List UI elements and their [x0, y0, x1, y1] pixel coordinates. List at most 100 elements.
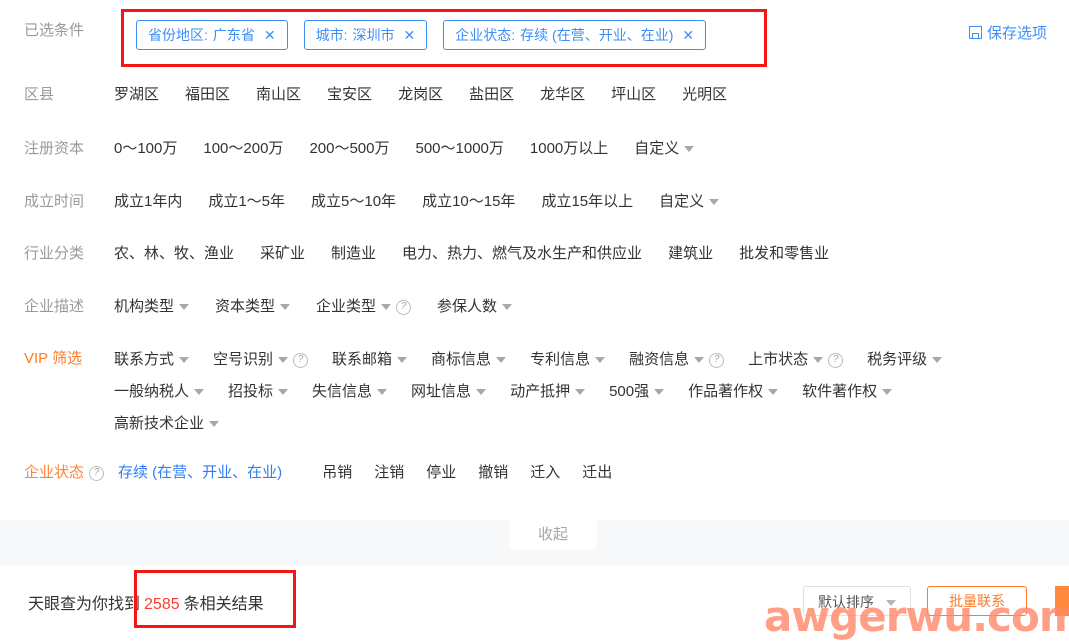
chevron-down-icon: [179, 304, 189, 310]
option-vip-tax-rating[interactable]: 税务评级: [867, 344, 942, 376]
option-vip-empty-number[interactable]: 空号识别?: [213, 344, 308, 376]
option-capital-0[interactable]: 0～100万: [114, 134, 177, 164]
option-status-0[interactable]: 吊销: [322, 458, 352, 488]
option-desc-org-type[interactable]: 机构类型: [114, 292, 189, 322]
option-vip-hightech[interactable]: 高新技术企业: [114, 408, 219, 440]
collapse-bar: 收起: [0, 520, 1069, 556]
option-capital-1[interactable]: 100～200万: [203, 134, 283, 164]
chevron-down-icon: [932, 357, 942, 363]
chip-company-status[interactable]: 企业状态: 存续 (在营、开业、在业) ✕: [443, 20, 706, 50]
help-icon[interactable]: ?: [293, 353, 308, 368]
chip-company-status-close-icon[interactable]: ✕: [682, 27, 694, 44]
option-district-2[interactable]: 南山区: [256, 80, 301, 110]
chevron-down-icon: [595, 357, 605, 363]
option-district-7[interactable]: 坪山区: [611, 80, 656, 110]
results-suffix: 条相关结果: [184, 596, 264, 613]
option-founded-0[interactable]: 成立1年内: [114, 187, 182, 217]
option-capital-2[interactable]: 200～500万: [309, 134, 389, 164]
filter-row-founded-time: 成立时间 成立1年内 成立1～5年 成立5～10年 成立10～15年 成立15年…: [0, 187, 1069, 217]
chevron-down-icon: [194, 389, 204, 395]
chevron-down-icon: [209, 421, 219, 427]
option-status-5[interactable]: 迁出: [582, 458, 612, 488]
option-vip-trademark[interactable]: 商标信息: [431, 344, 506, 376]
option-district-8[interactable]: 光明区: [682, 80, 727, 110]
floppy-disk-icon: [969, 26, 982, 39]
option-vip-chattel-mortgage[interactable]: 动产抵押: [510, 376, 585, 408]
filter-label-company-status: 企业状态?: [24, 458, 104, 488]
option-vip-work-copyright[interactable]: 作品著作权: [688, 376, 778, 408]
option-desc-company-type[interactable]: 企业类型?: [316, 292, 411, 322]
option-vip-general-taxpayer[interactable]: 一般纳税人: [114, 376, 204, 408]
option-district-6[interactable]: 龙华区: [540, 80, 585, 110]
option-founded-4[interactable]: 成立15年以上: [541, 187, 633, 217]
option-vip-dishonesty[interactable]: 失信信息: [312, 376, 387, 408]
sort-dropdown[interactable]: 默认排序: [803, 586, 911, 616]
option-vip-software-copyright[interactable]: 软件著作权: [802, 376, 892, 408]
help-icon[interactable]: ?: [828, 353, 843, 368]
option-industry-5[interactable]: 批发和零售业: [739, 239, 829, 269]
option-status-2[interactable]: 停业: [426, 458, 456, 488]
option-industry-4[interactable]: 建筑业: [668, 239, 713, 269]
option-capital-3[interactable]: 500～1000万: [416, 134, 504, 164]
option-capital-custom[interactable]: 自定义: [634, 134, 694, 164]
option-industry-0[interactable]: 农、林、牧、渔业: [114, 239, 234, 269]
results-summary: 天眼查为你找到2585条相关结果: [28, 590, 264, 614]
option-status-1[interactable]: 注销: [374, 458, 404, 488]
chevron-down-icon: [684, 146, 694, 152]
chevron-down-icon: [496, 357, 506, 363]
option-vip-listing-status[interactable]: 上市状态?: [748, 344, 843, 376]
save-options-button[interactable]: 保存选项: [969, 22, 1047, 43]
option-status-selected[interactable]: 存续 (在营、开业、在业): [118, 458, 282, 488]
option-district-5[interactable]: 盐田区: [469, 80, 514, 110]
option-founded-2[interactable]: 成立5～10年: [311, 187, 396, 217]
collapse-button[interactable]: 收起: [509, 520, 597, 550]
option-vip-financing[interactable]: 融资信息?: [629, 344, 724, 376]
side-orange-tab[interactable]: [1055, 586, 1069, 616]
option-founded-3[interactable]: 成立10～15年: [422, 187, 515, 217]
option-vip-website[interactable]: 网址信息: [411, 376, 486, 408]
option-vip-top500-label: 500强: [609, 383, 649, 400]
help-icon[interactable]: ?: [89, 466, 104, 481]
results-bar: 天眼查为你找到2585条相关结果 默认排序 批量联系: [0, 566, 1069, 642]
selected-conditions-bar: 已选条件 省份地区: 广东省 ✕ 城市: 深圳市 ✕ 企业状态: 存续 (在营、…: [0, 0, 1069, 70]
option-industry-2[interactable]: 制造业: [331, 239, 376, 269]
option-district-1[interactable]: 福田区: [185, 80, 230, 110]
option-desc-capital-type-label: 资本类型: [215, 298, 275, 315]
help-icon[interactable]: ?: [396, 300, 411, 315]
option-status-3[interactable]: 撤销: [478, 458, 508, 488]
option-vip-bidding-label: 招投标: [228, 383, 273, 400]
chip-province[interactable]: 省份地区: 广东省 ✕: [136, 20, 288, 50]
chevron-down-icon: [882, 389, 892, 395]
option-vip-top500[interactable]: 500强: [609, 376, 664, 408]
option-vip-email[interactable]: 联系邮箱: [332, 344, 407, 376]
option-district-4[interactable]: 龙岗区: [398, 80, 443, 110]
chip-city-close-icon[interactable]: ✕: [404, 27, 416, 44]
batch-contact-button[interactable]: 批量联系: [927, 586, 1027, 616]
option-vip-contact-label: 联系方式: [114, 351, 174, 368]
option-status-4[interactable]: 迁入: [530, 458, 560, 488]
chevron-down-icon: [886, 600, 896, 606]
option-founded-custom-label: 自定义: [659, 193, 704, 210]
chip-province-close-icon[interactable]: ✕: [264, 27, 276, 44]
option-vip-financing-label: 融资信息: [629, 351, 689, 368]
chevron-down-icon: [709, 199, 719, 205]
filter-options-vip: 联系方式 空号识别? 联系邮箱 商标信息 专利信息 融资信息? 上市状态? 税务…: [114, 344, 1034, 440]
option-district-3[interactable]: 宝安区: [327, 80, 372, 110]
chip-city[interactable]: 城市: 深圳市 ✕: [304, 20, 428, 50]
option-vip-chattel-mortgage-label: 动产抵押: [510, 383, 570, 400]
option-founded-1[interactable]: 成立1～5年: [208, 187, 285, 217]
option-vip-contact[interactable]: 联系方式: [114, 344, 189, 376]
filter-options-district: 罗湖区 福田区 南山区 宝安区 龙岗区 盐田区 龙华区 坪山区 光明区: [114, 80, 1069, 110]
option-founded-custom[interactable]: 自定义: [659, 187, 719, 217]
help-icon[interactable]: ?: [709, 353, 724, 368]
option-vip-general-taxpayer-label: 一般纳税人: [114, 383, 189, 400]
option-vip-patent[interactable]: 专利信息: [530, 344, 605, 376]
option-desc-org-type-label: 机构类型: [114, 298, 174, 315]
option-vip-bidding[interactable]: 招投标: [228, 376, 288, 408]
option-desc-insured-count[interactable]: 参保人数: [437, 292, 512, 322]
option-industry-1[interactable]: 采矿业: [260, 239, 305, 269]
option-industry-3[interactable]: 电力、热力、燃气及水生产和供应业: [402, 239, 642, 269]
option-capital-4[interactable]: 1000万以上: [530, 134, 608, 164]
option-district-0[interactable]: 罗湖区: [114, 80, 159, 110]
option-desc-capital-type[interactable]: 资本类型: [215, 292, 290, 322]
